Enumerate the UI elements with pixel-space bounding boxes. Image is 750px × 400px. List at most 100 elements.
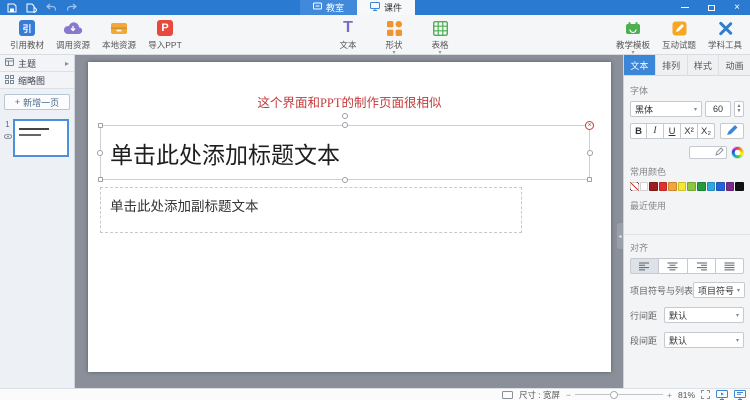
slide-note-text[interactable]: 这个界面和PPT的制作页面很相似 [88,92,611,111]
tab-arrange[interactable]: 排列 [656,55,688,75]
subject-tools-button[interactable]: 学科工具 [702,17,748,55]
minimize-button[interactable] [672,0,698,15]
subtitle-placeholder-box[interactable]: 单击此处添加副标题文本 [100,187,522,233]
line-spacing-select[interactable]: 默认 ▾ [664,307,744,323]
tab-text[interactable]: 文本 [624,55,656,75]
editing-canvas[interactable]: 这个界面和PPT的制作页面很相似 单击此处添加标题文本 × 单击此处添加副标题文… [75,55,623,388]
insert-table-button[interactable]: 表格 ▾ [417,17,463,55]
color-wheel-icon[interactable] [731,146,744,159]
rotate-handle[interactable] [342,113,348,119]
undo-icon[interactable] [46,3,57,12]
slide-page[interactable]: 这个界面和PPT的制作页面很相似 单击此处添加标题文本 × 单击此处添加副标题文… [88,62,611,372]
resize-handle[interactable] [342,122,348,128]
font-family-select[interactable]: 黑体 ▾ [630,101,702,117]
tab-animation[interactable]: 动画 [719,55,750,75]
present-start-icon[interactable] [734,390,746,400]
slide-thumbnail-item[interactable]: 1 [2,119,72,157]
title-placeholder-box[interactable]: 单击此处添加标题文本 × [100,125,590,180]
thumb-subtitle-line [19,134,41,136]
color-swatch[interactable] [649,182,658,191]
screen-icon [370,2,380,13]
color-swatch[interactable] [687,182,696,191]
maximize-button[interactable] [698,0,724,15]
resize-handle[interactable] [98,177,103,182]
superscript-button[interactable]: X² [681,123,698,139]
tab-style[interactable]: 样式 [688,55,720,75]
zoom-slider[interactable]: − + [566,390,672,400]
bullets-select[interactable]: 项目符号 ▾ [693,282,745,298]
close-button[interactable]: × [724,0,750,15]
insert-shape-button[interactable]: 形状 ▾ [371,17,417,55]
plus-icon: + [15,97,20,107]
color-swatch[interactable] [659,182,668,191]
tab-courseware[interactable]: 课件 [357,0,415,15]
template-icon [625,19,641,37]
align-right-button[interactable] [688,258,716,274]
resize-handle[interactable] [97,150,103,156]
thumbnails-row[interactable]: 缩略图 [0,72,74,89]
pencil-square-icon [672,19,687,37]
chevron-down-icon: ▾ [694,106,697,113]
zoom-in-icon[interactable]: + [667,390,672,400]
zoom-percent: 81% [678,390,695,400]
cite-textbook-button[interactable]: 引 引用教材 [4,17,50,51]
redo-icon[interactable] [66,3,77,12]
color-swatch[interactable] [735,182,744,191]
tab-classroom[interactable]: 教室 [300,0,357,15]
tab-label: 教室 [326,1,344,14]
interactive-quiz-button[interactable]: 互动试题 [656,17,702,55]
resize-handle[interactable] [587,177,592,182]
add-page-button[interactable]: + 新增一页 [4,94,70,110]
align-justify-button[interactable] [716,258,744,274]
save-icon[interactable] [7,3,17,13]
italic-button[interactable]: I [647,123,664,139]
slide-size-label[interactable]: 尺寸 : 宽屏 [519,389,560,400]
fit-to-window-icon[interactable] [701,390,710,399]
font-color-swatch[interactable] [689,146,727,159]
bullets-label: 项目符号与列表 [630,284,693,297]
resize-handle[interactable] [342,177,348,183]
slide-thumbnail[interactable] [13,119,69,157]
underline-button[interactable]: U [664,123,681,139]
color-swatch[interactable] [707,182,716,191]
chevron-down-icon: ▾ [631,51,634,55]
para-spacing-select[interactable]: 默认 ▾ [664,332,744,348]
resize-handle[interactable] [587,150,593,156]
cloud-resources-button[interactable]: 调用资源 [50,17,96,51]
align-left-button[interactable] [630,258,659,274]
present-current-icon[interactable] [716,390,728,400]
resize-handle[interactable] [98,123,103,128]
color-swatch[interactable] [640,182,649,191]
color-swatch[interactable] [697,182,706,191]
zoom-slider-track[interactable] [575,394,663,395]
theme-row[interactable]: 主题 ▸ [0,55,74,72]
align-left-icon [639,262,650,271]
format-brush-button[interactable] [720,123,744,139]
color-swatch[interactable] [668,182,677,191]
color-swatch[interactable] [678,182,687,191]
eye-icon [4,131,12,141]
slide-number: 1 [5,120,9,129]
no-color-swatch[interactable] [630,182,639,191]
font-size-stepper[interactable]: ▲▼ [734,101,744,117]
color-swatch[interactable] [726,182,735,191]
import-ppt-button[interactable]: P 导入PPT [142,17,188,51]
teaching-template-button[interactable]: 教学模板 ▾ [610,17,656,55]
bold-button[interactable]: B [630,123,647,139]
align-section-label: 对齐 [630,241,744,254]
font-size-input[interactable]: 60 [705,101,731,117]
chevron-down-icon: ▾ [736,337,739,344]
collapse-arrow-icon: ◂ [618,233,621,240]
local-resources-button[interactable]: 本地资源 [96,17,142,51]
zoom-out-icon[interactable]: − [566,390,571,400]
color-swatch[interactable] [716,182,725,191]
thumb-title-line [19,128,49,130]
zoom-slider-knob[interactable] [610,391,618,399]
delete-box-icon[interactable]: × [585,121,594,130]
insert-text-button[interactable]: T 文本 [325,17,371,55]
inspector-panel: 文本 排列 样式 动画 字体 黑体 ▾ 60 ▲▼ [623,55,750,388]
align-center-button[interactable] [659,258,687,274]
panel-collapse-handle[interactable]: ◂ [617,223,623,249]
subscript-button[interactable]: X₂ [698,123,715,139]
save-as-icon[interactable] [26,3,37,13]
